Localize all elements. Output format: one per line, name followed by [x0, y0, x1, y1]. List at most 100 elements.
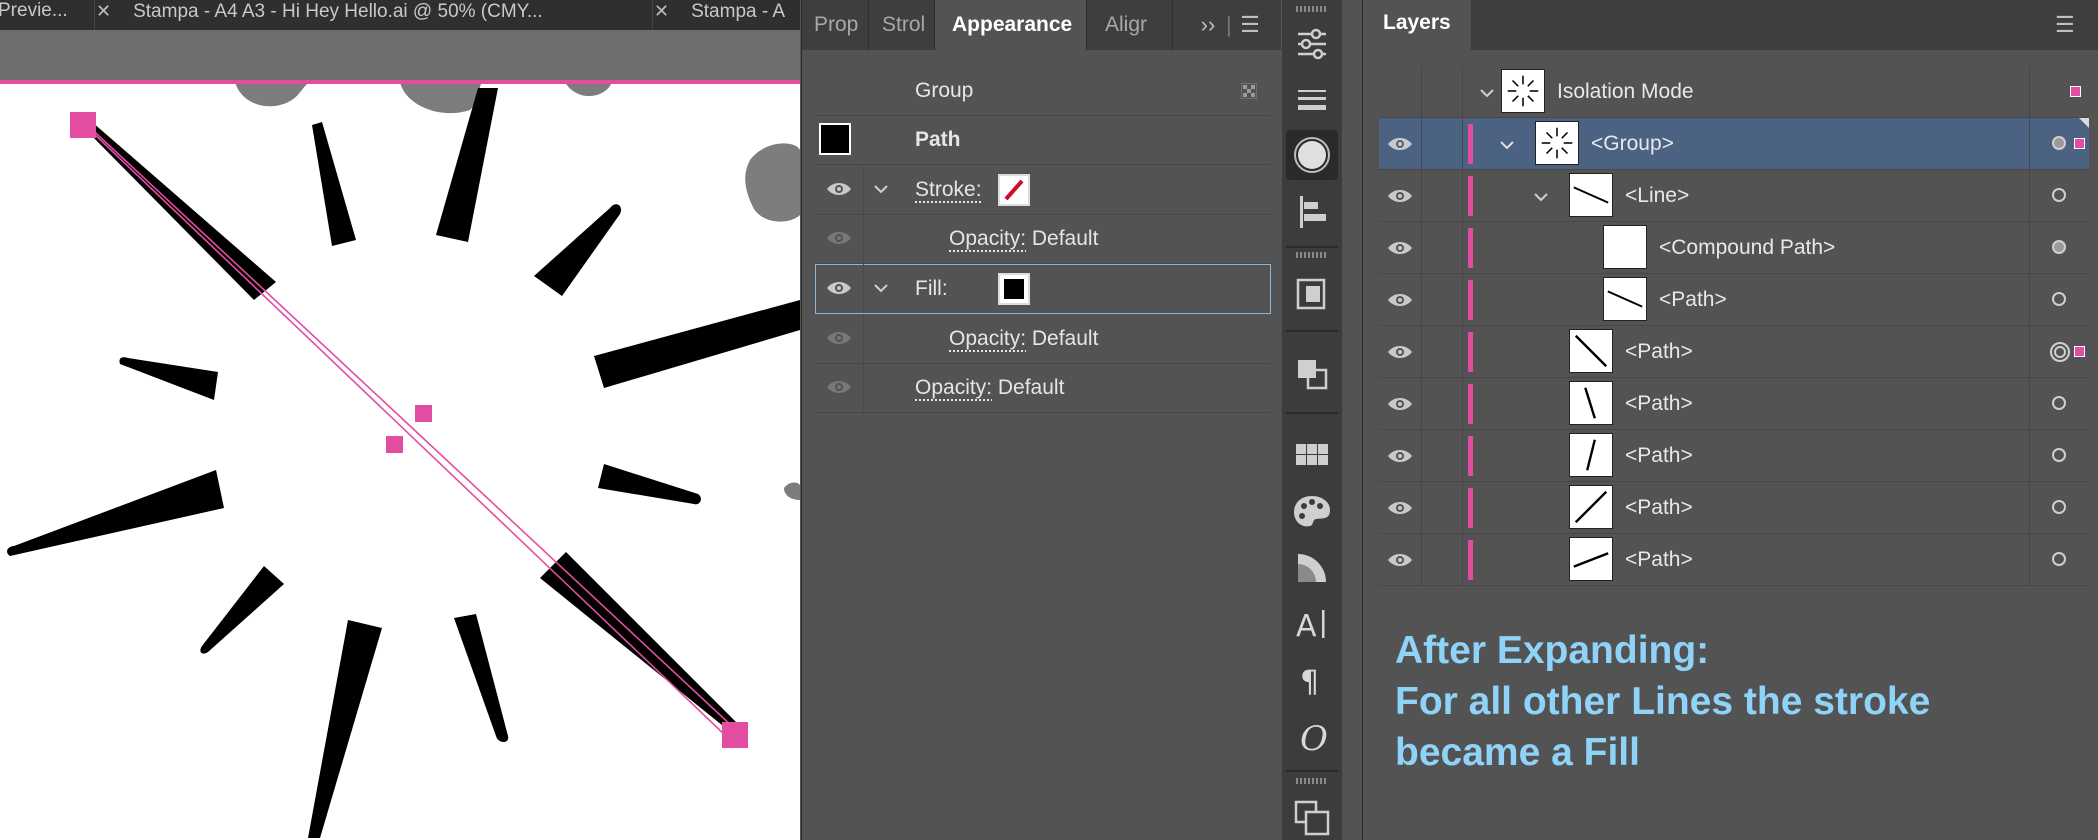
- checkerboard-icon[interactable]: [1241, 83, 1257, 99]
- tab-align[interactable]: Aligr: [1087, 0, 1173, 50]
- align-panel-icon[interactable]: [1290, 190, 1334, 234]
- drag-grip[interactable]: [1296, 6, 1328, 12]
- fill-opacity[interactable]: Opacity: Default: [949, 314, 1098, 363]
- eye-icon[interactable]: [1386, 342, 1414, 362]
- document-tab-stampa[interactable]: ✕ Stampa - A4 A3 - Hi Hey Hello.ai @ 50% …: [88, 0, 653, 30]
- eye-icon[interactable]: [1386, 446, 1414, 466]
- drag-grip[interactable]: [1296, 252, 1328, 258]
- anchor-point-handle[interactable]: [722, 722, 748, 748]
- eye-icon[interactable]: [825, 328, 853, 348]
- selection-indicator[interactable]: [2074, 138, 2085, 149]
- layer-row-isolation-mode[interactable]: Isolation Mode: [1379, 66, 2089, 118]
- target-icon[interactable]: [2052, 552, 2066, 566]
- chevron-down-icon[interactable]: [873, 183, 889, 195]
- visibility-cell[interactable]: [1379, 66, 1422, 118]
- object-opacity[interactable]: Opacity: Default: [915, 363, 1064, 412]
- close-icon[interactable]: ✕: [654, 1, 669, 21]
- layer-row-compound-path[interactable]: <Compound Path>: [1379, 222, 2089, 274]
- paragraph-panel-icon[interactable]: ¶: [1290, 658, 1334, 702]
- document-tab-preview[interactable]: Previe...: [0, 0, 95, 30]
- lock-cell[interactable]: [1422, 170, 1463, 222]
- properties-sliders-icon[interactable]: [1290, 22, 1334, 66]
- document-tab-stampa-2[interactable]: ✕ Stampa - A: [646, 0, 800, 30]
- target-icon[interactable]: [2052, 240, 2066, 254]
- layer-row-path[interactable]: <Path>: [1379, 326, 2089, 378]
- character-panel-icon[interactable]: A: [1290, 602, 1334, 646]
- appearance-row-stroke[interactable]: Stroke:: [815, 165, 1271, 215]
- pathfinder-panel-icon[interactable]: [1290, 352, 1334, 396]
- stroke-label[interactable]: Stroke:: [915, 165, 982, 214]
- chevron-down-icon[interactable]: [1533, 191, 1549, 203]
- target-icon[interactable]: [2052, 396, 2066, 410]
- anchor-point-handle[interactable]: [70, 112, 96, 138]
- layer-row-path[interactable]: <Path>: [1379, 274, 2089, 326]
- chevron-down-icon[interactable]: [1479, 87, 1495, 99]
- eye-icon[interactable]: [1386, 186, 1414, 206]
- appearance-row-fill-opacity[interactable]: Opacity: Default: [815, 314, 1271, 364]
- target-appearance-icon[interactable]: [2049, 341, 2071, 363]
- appearance-row-group[interactable]: Group: [815, 66, 1271, 116]
- layer-row-line[interactable]: <Line>: [1379, 170, 2089, 222]
- tab-properties[interactable]: Prop: [802, 0, 869, 50]
- tab-layers[interactable]: Layers: [1363, 0, 1471, 50]
- opentype-panel-icon[interactable]: O: [1290, 714, 1334, 758]
- fill-swatch-icon[interactable]: [998, 273, 1030, 305]
- appearance-row-fill[interactable]: Fill:: [815, 264, 1271, 314]
- chevron-down-icon[interactable]: [1499, 139, 1515, 151]
- tab-appearance[interactable]: Appearance: [935, 0, 1087, 50]
- chevron-down-icon[interactable]: [873, 282, 889, 294]
- lock-cell[interactable]: [1422, 378, 1463, 430]
- layer-row-path[interactable]: <Path>: [1379, 482, 2089, 534]
- swatches-panel-icon[interactable]: [1290, 434, 1334, 478]
- stroke-panel-icon[interactable]: [1290, 78, 1334, 122]
- target-icon[interactable]: [2052, 448, 2066, 462]
- artboard-canvas[interactable]: [0, 82, 800, 840]
- target-icon[interactable]: [2052, 292, 2066, 306]
- layer-row-group[interactable]: <Group>: [1379, 118, 2089, 170]
- eye-icon[interactable]: [1386, 290, 1414, 310]
- layer-row-path[interactable]: <Path>: [1379, 378, 2089, 430]
- lock-cell[interactable]: [1422, 482, 1463, 534]
- color-palette-icon[interactable]: [1290, 490, 1334, 534]
- eye-icon[interactable]: [825, 377, 853, 397]
- appearance-row-opacity[interactable]: Opacity: Default: [815, 363, 1271, 413]
- eye-icon[interactable]: [1386, 394, 1414, 414]
- lock-cell[interactable]: [1422, 222, 1463, 274]
- lock-cell[interactable]: [1422, 430, 1463, 482]
- expand-panels-icon[interactable]: ››: [1190, 0, 1226, 50]
- appearance-row-stroke-opacity[interactable]: Opacity: Default: [815, 214, 1271, 264]
- appearance-row-path[interactable]: Path: [815, 115, 1271, 165]
- panel-menu-icon[interactable]: ☰: [1232, 0, 1268, 50]
- lock-cell[interactable]: [1422, 118, 1463, 170]
- appearance-panel-icon[interactable]: [1290, 133, 1334, 177]
- target-icon[interactable]: [2052, 188, 2066, 202]
- eye-icon[interactable]: [825, 228, 853, 248]
- stroke-swatch-icon[interactable]: [998, 174, 1030, 206]
- layer-row-path[interactable]: <Path>: [1379, 430, 2089, 482]
- links-panel-icon[interactable]: [1290, 272, 1334, 316]
- selection-indicator[interactable]: [2070, 86, 2081, 97]
- target-icon[interactable]: [2052, 136, 2066, 150]
- close-icon[interactable]: ✕: [96, 1, 111, 21]
- eye-icon[interactable]: [825, 278, 853, 298]
- eye-icon[interactable]: [1386, 498, 1414, 518]
- selection-indicator[interactable]: [2074, 346, 2085, 357]
- drag-grip[interactable]: [1296, 778, 1328, 784]
- lock-cell[interactable]: [1422, 274, 1463, 326]
- eye-icon[interactable]: [825, 179, 853, 199]
- lock-cell[interactable]: [1422, 326, 1463, 378]
- panel-menu-icon[interactable]: ☰: [2055, 0, 2075, 50]
- eye-icon[interactable]: [1386, 134, 1414, 154]
- gradient-panel-icon[interactable]: [1290, 546, 1334, 590]
- eye-icon[interactable]: [1386, 550, 1414, 570]
- artboards-panel-icon[interactable]: [1290, 796, 1334, 840]
- anchor-point-handle[interactable]: [415, 405, 432, 422]
- stroke-opacity[interactable]: Opacity: Default: [949, 214, 1098, 263]
- tab-stroke[interactable]: Strol: [869, 0, 935, 50]
- eye-icon[interactable]: [1386, 238, 1414, 258]
- lock-cell[interactable]: [1422, 534, 1463, 586]
- lock-cell[interactable]: [1422, 66, 1463, 118]
- target-icon[interactable]: [2052, 500, 2066, 514]
- layer-row-path[interactable]: <Path>: [1379, 534, 2089, 586]
- anchor-point-handle[interactable]: [386, 436, 403, 453]
